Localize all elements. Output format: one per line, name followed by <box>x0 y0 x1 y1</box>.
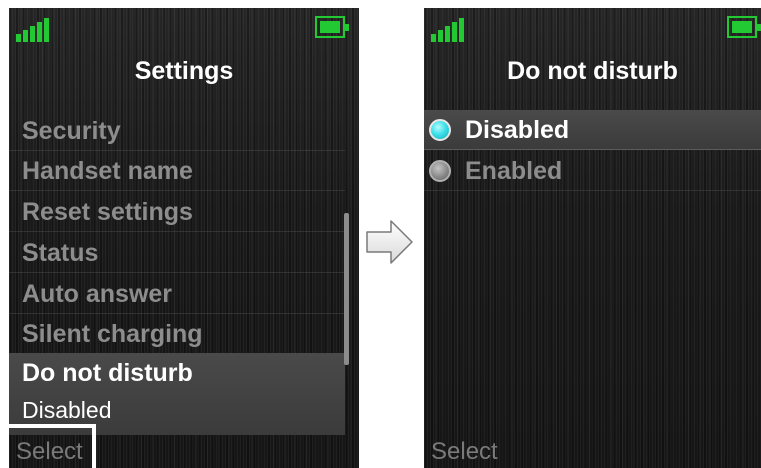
signal-bars-icon <box>16 18 54 42</box>
settings-screen: Settings Security Handset name Reset set… <box>9 8 359 468</box>
menu-item-label: Do not disturb <box>22 359 193 387</box>
menu-item-value: Disabled <box>22 397 112 423</box>
menu-item-do-not-disturb[interactable]: Do not disturb Disabled <box>9 353 345 435</box>
menu-item-security[interactable]: Security <box>9 111 345 151</box>
menu-item-silent-charging[interactable]: Silent charging <box>9 314 345 354</box>
menu-item-label: Security <box>22 117 121 145</box>
right-arrow-icon <box>366 220 413 264</box>
menu-item-label: Reset settings <box>22 198 193 226</box>
option-disabled[interactable]: Disabled <box>424 110 761 150</box>
softkey-highlight <box>5 424 96 468</box>
menu-item-status[interactable]: Status <box>9 233 345 273</box>
battery-full-icon <box>315 16 349 38</box>
radio-selected-icon <box>429 119 451 141</box>
menu-item-reset-settings[interactable]: Reset settings <box>9 192 345 232</box>
scrollbar[interactable] <box>344 213 349 365</box>
menu-item-auto-answer[interactable]: Auto answer <box>9 274 345 314</box>
page-title: Settings <box>134 57 234 85</box>
option-label: Enabled <box>465 157 563 185</box>
menu-item-label: Status <box>22 239 99 267</box>
radio-unselected-icon <box>429 160 451 182</box>
select-softkey[interactable]: Select <box>431 435 515 468</box>
page-title: Do not disturb <box>507 57 678 85</box>
do-not-disturb-screen: Do not disturb Disabled Enabled Select <box>424 8 761 468</box>
menu-item-label: Auto answer <box>22 280 173 308</box>
option-label: Disabled <box>465 116 570 144</box>
menu-item-label: Silent charging <box>22 320 203 348</box>
option-enabled[interactable]: Enabled <box>424 151 761 191</box>
menu-item-handset-name[interactable]: Handset name <box>9 151 345 191</box>
signal-bars-icon <box>431 18 469 42</box>
menu-item-label: Handset name <box>22 157 193 185</box>
battery-full-icon <box>727 16 761 38</box>
